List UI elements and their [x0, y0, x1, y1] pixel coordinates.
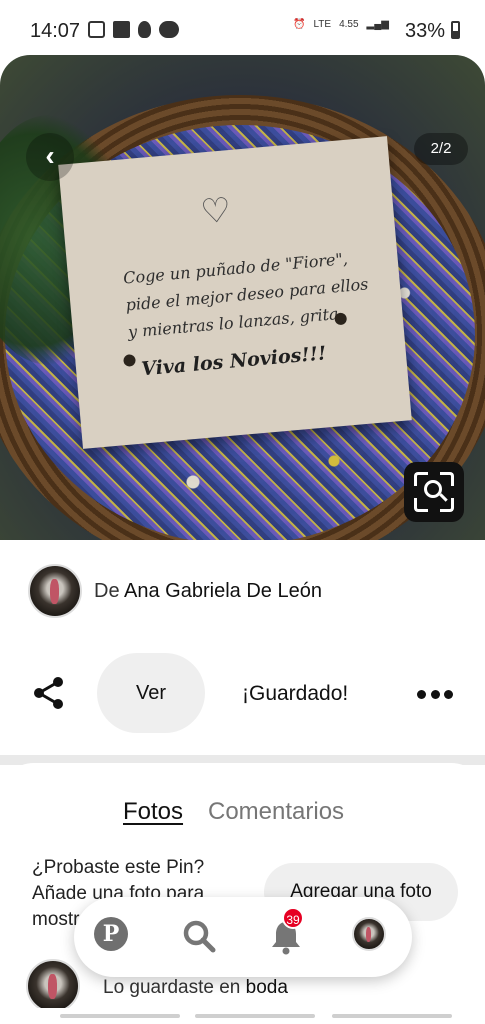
page-indicator: 2/2 — [414, 133, 468, 165]
alarm-icon: ⏰ — [293, 19, 306, 30]
system-nav-bar — [0, 1008, 485, 1024]
notification-badge: 39 — [282, 907, 304, 929]
gallery-icon — [113, 21, 130, 38]
nav-profile[interactable] — [352, 917, 392, 957]
saved-in-line[interactable]: Lo guardaste en boda — [103, 977, 288, 999]
pinterest-logo-icon: P — [94, 917, 128, 951]
community-panel: Fotos Comentarios ¿Probaste este Pin? Añ… — [0, 763, 485, 1024]
lens-corner — [440, 472, 454, 486]
signal-icon: ▂▄▆ — [366, 19, 389, 30]
heart-icon: ♡ — [198, 190, 233, 233]
nav-home[interactable]: P — [94, 917, 134, 957]
tab-photos[interactable]: Fotos — [123, 798, 183, 826]
app-notification-icon — [88, 21, 105, 38]
back-bar[interactable] — [332, 1014, 452, 1018]
network-speed-text: 4.55 — [339, 19, 359, 30]
board-name[interactable]: boda — [246, 977, 288, 998]
share-icon[interactable] — [30, 674, 68, 712]
message-card: ♡ Coge un puñado de "Fiore", pide el mej… — [58, 136, 412, 449]
status-bar: 14:07 ⏰ LTE 4.55 ▂▄▆ 33% — [0, 0, 485, 62]
saved-in-prefix: Lo guardaste en — [103, 977, 241, 998]
home-bar[interactable] — [195, 1014, 315, 1018]
author-line[interactable]: De Ana Gabriela De León — [94, 580, 322, 603]
profile-avatar — [352, 917, 386, 951]
bulb-icon — [138, 21, 151, 38]
lens-corner — [414, 498, 428, 512]
from-prefix: De — [94, 580, 120, 602]
tab-comments[interactable]: Comentarios — [208, 798, 344, 826]
card-exclamation: Viva los Novios!!! — [140, 342, 328, 381]
more-options-icon[interactable] — [417, 690, 453, 700]
chevron-left-icon: ‹ — [45, 140, 55, 171]
network-type-icon: LTE — [313, 19, 332, 30]
back-button[interactable]: ‹ — [26, 133, 74, 181]
system-icons: ⏰ LTE 4.55 ▂▄▆ — [293, 19, 389, 30]
author-avatar[interactable] — [28, 564, 82, 618]
pin-actions-panel: De Ana Gabriela De León Ver ¡Guardado! — [0, 540, 485, 760]
bottom-navigation: P 39 — [74, 897, 412, 977]
status-time: 14:07 — [30, 20, 81, 42]
saved-button[interactable]: ¡Guardado! — [242, 682, 348, 706]
notification-icons — [88, 21, 179, 38]
author-name[interactable]: Ana Gabriela De León — [124, 580, 322, 602]
visual-search-button[interactable] — [404, 462, 464, 522]
view-button[interactable]: Ver — [97, 653, 205, 733]
message-icon — [159, 21, 179, 38]
card-hole — [123, 353, 137, 367]
battery-percent: 33% — [404, 20, 445, 42]
search-icon[interactable] — [180, 917, 220, 957]
user-avatar[interactable] — [26, 959, 80, 1013]
card-text: Coge un puñado de "Fiore", pide el mejor… — [122, 243, 378, 345]
battery-icon — [451, 21, 460, 39]
pin-detail-screen: 14:07 ⏰ LTE 4.55 ▂▄▆ 33% ♡ Coge un puñad… — [0, 0, 485, 1024]
recent-apps-bar[interactable] — [60, 1014, 180, 1018]
